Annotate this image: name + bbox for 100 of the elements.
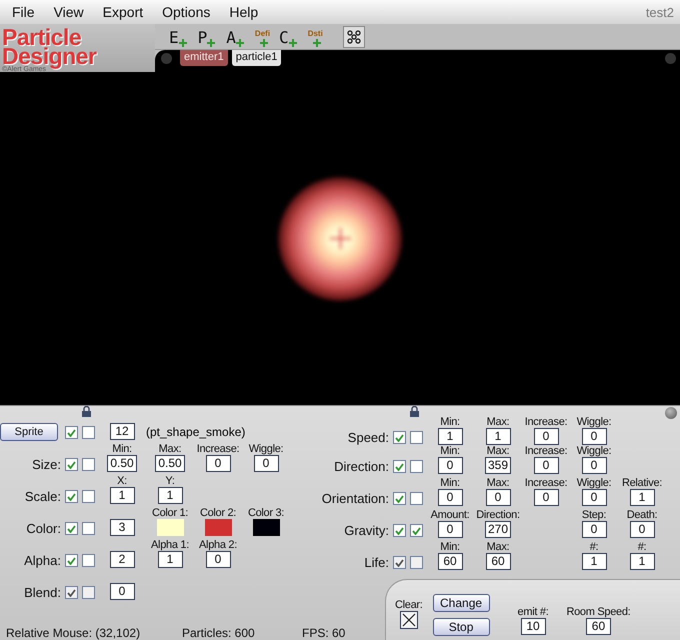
field-caption: Relative: — [622, 477, 662, 489]
property-label: Alpha: — [23, 553, 62, 568]
plus-icon — [260, 38, 268, 46]
number-field[interactable]: 0 — [438, 521, 462, 538]
checkbox[interactable] — [65, 586, 78, 599]
checkbox[interactable] — [410, 524, 423, 537]
number-field[interactable]: 1 — [582, 553, 606, 570]
checkmark-icon — [395, 462, 404, 470]
menu-item[interactable]: Export — [102, 4, 144, 20]
checkbox[interactable] — [393, 460, 406, 473]
field-caption: Alpha 2: — [199, 539, 237, 551]
checkbox[interactable] — [82, 522, 95, 535]
number-field[interactable]: 0 — [110, 583, 134, 600]
round-button[interactable] — [665, 407, 677, 419]
checkbox[interactable] — [410, 492, 423, 505]
checkbox[interactable] — [393, 556, 406, 569]
checkmark-icon — [67, 524, 76, 532]
number-field[interactable]: 60 — [586, 618, 611, 635]
number-field[interactable]: 1 — [158, 487, 182, 504]
plus-icon — [236, 38, 244, 46]
plus-icon — [178, 38, 187, 46]
checkbox[interactable] — [393, 431, 406, 444]
checkbox[interactable] — [410, 431, 423, 444]
number-field[interactable]: 1 — [438, 428, 462, 445]
checkbox[interactable] — [65, 458, 78, 471]
toolbar-button[interactable]: A — [225, 26, 245, 46]
number-field[interactable]: 60 — [486, 553, 510, 570]
property-label: Scale: — [24, 489, 62, 504]
menu-item[interactable]: Help — [229, 4, 258, 20]
field-caption: Room Speed: — [566, 606, 630, 618]
field-caption: Wiggle: — [248, 443, 284, 455]
number-field[interactable]: 0 — [534, 428, 558, 445]
number-field[interactable]: 0 — [534, 489, 558, 506]
number-field[interactable]: 0 — [582, 457, 606, 474]
number-field[interactable]: 0 — [254, 455, 278, 472]
round-knob — [665, 53, 676, 64]
tab[interactable]: emitter1 — [180, 50, 228, 66]
number-field[interactable]: 359 — [484, 457, 512, 474]
checkbox[interactable] — [65, 490, 78, 503]
toolbar-button[interactable]: P — [196, 26, 216, 46]
number-field[interactable]: 0 — [582, 521, 606, 538]
number-field[interactable]: 1 — [486, 428, 510, 445]
color-swatch[interactable] — [252, 519, 280, 536]
number-field[interactable]: 2 — [110, 551, 134, 568]
menu-item[interactable]: Options — [162, 4, 210, 20]
checkbox[interactable] — [82, 490, 95, 503]
checkbox[interactable] — [82, 458, 95, 471]
checkbox[interactable] — [82, 554, 95, 567]
number-field[interactable]: 0 — [486, 489, 510, 506]
number-field[interactable]: 0.50 — [155, 455, 185, 472]
menu-item[interactable]: View — [54, 4, 84, 20]
field-caption: Color 1: — [152, 507, 188, 519]
number-field[interactable]: 0 — [582, 428, 606, 445]
toolbar-button[interactable] — [342, 26, 365, 48]
number-field[interactable]: 0 — [206, 455, 230, 472]
action-button[interactable]: Change — [432, 594, 490, 612]
window-title: test2 — [646, 4, 674, 20]
number-field[interactable]: 0 — [206, 551, 230, 568]
checkbox[interactable] — [82, 426, 95, 439]
menu-item[interactable]: File — [12, 4, 35, 20]
action-button[interactable]: Stop — [432, 618, 490, 636]
number-field[interactable]: 12 — [110, 423, 134, 440]
plus-icon — [207, 38, 216, 46]
checkbox[interactable] — [410, 460, 423, 473]
checkbox[interactable] — [65, 426, 78, 439]
number-field[interactable]: 1 — [158, 551, 182, 568]
checkbox[interactable] — [82, 586, 95, 599]
number-field[interactable]: 270 — [484, 521, 512, 538]
number-field[interactable]: 1 — [630, 489, 654, 506]
number-field[interactable]: 0 — [630, 521, 654, 538]
color-swatch[interactable] — [156, 519, 184, 536]
checkbox[interactable] — [65, 522, 78, 535]
field-caption: Increase: — [524, 477, 568, 489]
property-label: Speed: — [346, 430, 390, 445]
number-field[interactable]: 1 — [630, 553, 654, 570]
number-field[interactable]: 0 — [438, 489, 462, 506]
tab[interactable]: particle1 — [232, 50, 282, 66]
color-swatch[interactable] — [204, 519, 232, 536]
field-caption: Increase: — [524, 445, 568, 457]
clear-checkbox[interactable] — [400, 611, 418, 629]
number-field[interactable]: 0 — [438, 457, 462, 474]
toolbar-button[interactable]: C — [278, 26, 298, 46]
toolbar-button[interactable]: E — [168, 26, 188, 46]
number-field[interactable]: 0.50 — [107, 455, 137, 472]
checkbox[interactable] — [393, 492, 406, 505]
number-field[interactable]: 1 — [110, 487, 134, 504]
checkbox[interactable] — [410, 556, 423, 569]
checkbox[interactable] — [393, 524, 406, 537]
number-field[interactable]: 60 — [438, 553, 462, 570]
field-caption: Death: — [626, 509, 658, 521]
number-field[interactable]: 0 — [582, 489, 606, 506]
checkbox[interactable] — [65, 554, 78, 567]
number-field[interactable]: 0 — [534, 457, 558, 474]
sprite-button[interactable]: Sprite — [0, 423, 58, 441]
status-text: FPS: 60 — [302, 626, 346, 640]
number-field[interactable]: 3 — [110, 519, 134, 536]
field-caption: Y: — [165, 475, 175, 487]
checkmark-icon — [67, 428, 76, 436]
number-field[interactable]: 10 — [520, 618, 546, 635]
field-caption: Max: — [486, 445, 510, 457]
